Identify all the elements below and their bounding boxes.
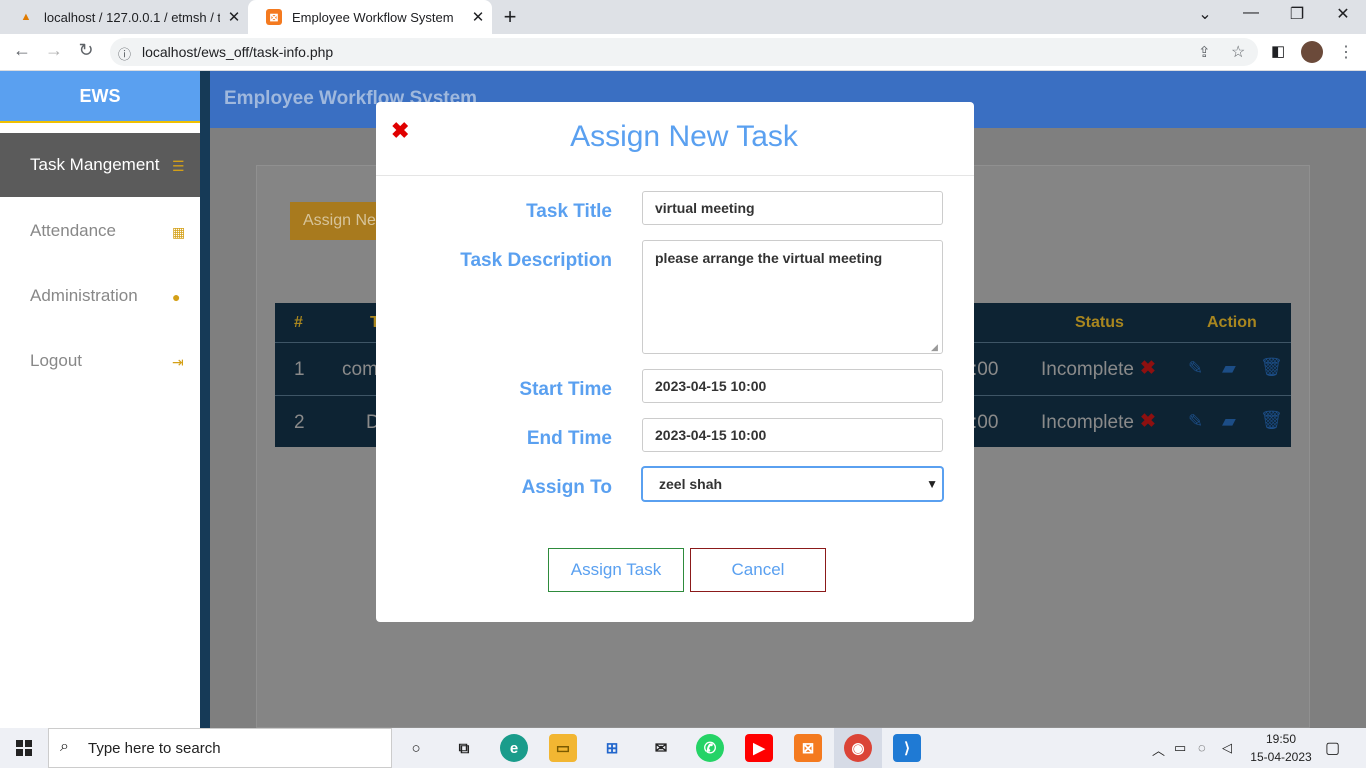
sidebar-item-label: Task Mangement bbox=[30, 155, 160, 174]
sidebar-item-label: Attendance bbox=[30, 221, 117, 240]
folder-icon[interactable]: ▰ bbox=[1222, 411, 1236, 432]
edit-icon[interactable]: ✎ bbox=[1188, 411, 1203, 432]
sidebar-item-task-management[interactable]: Task Mangement ☰ bbox=[0, 133, 200, 197]
trash-icon[interactable]: 🗑 bbox=[1260, 357, 1283, 378]
start-time-label: Start Time bbox=[519, 379, 612, 400]
battery-icon[interactable]: ▭ bbox=[1174, 740, 1186, 756]
task-description-textarea[interactable]: please arrange the virtual meeting bbox=[642, 240, 943, 354]
bookmark-star-icon[interactable]: ☆ bbox=[1231, 42, 1245, 62]
xampp-icon: ⊠ bbox=[266, 9, 282, 25]
row-1-status: Incomplete bbox=[1041, 359, 1134, 380]
task-title-input[interactable]: virtual meeting bbox=[642, 191, 943, 225]
sidebar-item-attendance[interactable]: Attendance ▦ bbox=[0, 199, 200, 263]
reload-icon[interactable]: ↻ bbox=[74, 40, 98, 61]
tray-chevron-icon[interactable]: ︿ bbox=[1152, 740, 1165, 759]
network-icon[interactable]: ◌ bbox=[1198, 740, 1206, 755]
assign-to-value: zeel shah bbox=[659, 476, 723, 492]
cortana-icon[interactable]: ○ bbox=[402, 734, 430, 762]
row-1-num: 1 bbox=[294, 359, 305, 380]
sidebar-item-logout[interactable]: Logout ⇥ bbox=[0, 329, 200, 393]
folder-icon[interactable]: ▰ bbox=[1222, 358, 1236, 379]
side-panel-icon[interactable]: ◧ bbox=[1271, 42, 1285, 60]
task-view-icon[interactable]: ⧉ bbox=[450, 734, 478, 762]
row-2-num: 2 bbox=[294, 412, 305, 433]
row-1-title: com bbox=[342, 359, 378, 380]
chrome-icon[interactable]: ◉ bbox=[844, 734, 872, 762]
tab-search-icon[interactable]: ⌄ bbox=[1182, 4, 1228, 24]
tab-close-icon[interactable]: ✕ bbox=[464, 8, 492, 26]
new-tab-icon[interactable]: + bbox=[498, 4, 522, 30]
store-icon[interactable]: ⊞ bbox=[598, 734, 626, 762]
trash-icon[interactable]: 🗑 bbox=[1260, 410, 1283, 431]
forward-icon[interactable]: → bbox=[42, 40, 66, 61]
phpmyadmin-icon: ▲ bbox=[20, 11, 32, 23]
task-description-label: Task Description bbox=[460, 250, 612, 271]
xampp-icon[interactable]: ⊠ bbox=[794, 734, 822, 762]
search-icon: ⌕ bbox=[60, 738, 69, 755]
task-title-label: Task Title bbox=[526, 201, 612, 222]
user-icon: ● bbox=[172, 289, 181, 305]
col-header-action: Action bbox=[1207, 314, 1257, 331]
tab-title: Employee Workflow System bbox=[292, 9, 454, 25]
sidebar-edge bbox=[200, 71, 210, 728]
info-icon[interactable]: ⓘ bbox=[118, 44, 131, 63]
vscode-icon[interactable]: ⟩ bbox=[893, 734, 921, 762]
row-2-time: :00 bbox=[972, 412, 999, 433]
tab-title: localhost / 127.0.0.1 / etmsh / tbl bbox=[44, 9, 220, 25]
cancel-button[interactable]: Cancel bbox=[690, 548, 826, 592]
resize-handle-icon[interactable]: ◢ bbox=[931, 342, 938, 353]
assign-task-button[interactable]: Assign Task bbox=[548, 548, 684, 592]
row-2-status: Incomplete bbox=[1041, 412, 1134, 433]
url-text[interactable]: localhost/ews_off/task-info.php bbox=[142, 44, 333, 60]
tab-ews[interactable]: ⊠ Employee Workflow System ✕ bbox=[248, 0, 492, 34]
edge-icon[interactable]: e bbox=[500, 734, 528, 762]
windows-start-icon[interactable] bbox=[0, 728, 48, 768]
tab-close-icon[interactable]: ✕ bbox=[220, 8, 248, 26]
start-time-input[interactable]: 2023-04-15 10:00 bbox=[642, 369, 943, 403]
assign-to-label: Assign To bbox=[521, 477, 612, 498]
brand-divider bbox=[0, 121, 200, 131]
minimize-icon[interactable]: — bbox=[1228, 4, 1274, 22]
profile-avatar[interactable] bbox=[1301, 41, 1323, 63]
clock-date[interactable]: 15-04-2023 bbox=[1244, 750, 1318, 764]
youtube-icon[interactable]: ▶ bbox=[745, 734, 773, 762]
volume-icon[interactable]: ◁ bbox=[1222, 740, 1232, 756]
assign-to-select[interactable]: zeel shah ▼ bbox=[642, 467, 943, 501]
col-header-num: # bbox=[294, 314, 303, 331]
incomplete-x-icon: ✖ bbox=[1140, 358, 1156, 379]
end-time-label: End Time bbox=[526, 428, 612, 449]
chevron-down-icon: ▼ bbox=[926, 477, 938, 491]
share-icon[interactable]: ⇪ bbox=[1198, 43, 1211, 61]
whatsapp-icon[interactable]: ✆ bbox=[696, 734, 724, 762]
maximize-icon[interactable]: ❐ bbox=[1274, 4, 1320, 24]
modal-title: Assign New Task bbox=[570, 120, 798, 153]
notifications-icon[interactable]: ▢ bbox=[1325, 738, 1340, 758]
sidebar-item-label: Logout bbox=[30, 351, 82, 370]
brand-logo[interactable]: EWS bbox=[0, 71, 200, 121]
list-icon: ☰ bbox=[172, 158, 185, 174]
clock-time[interactable]: 19:50 bbox=[1258, 732, 1304, 746]
close-window-icon[interactable]: ✕ bbox=[1320, 4, 1366, 24]
edit-icon[interactable]: ✎ bbox=[1188, 358, 1203, 379]
end-time-input[interactable]: 2023-04-15 10:00 bbox=[642, 418, 943, 452]
taskbar-search-placeholder[interactable]: Type here to search bbox=[88, 740, 221, 757]
col-header-status: Status bbox=[1075, 314, 1124, 331]
back-icon[interactable]: ← bbox=[10, 40, 34, 61]
file-explorer-icon[interactable]: ▭ bbox=[549, 734, 577, 762]
logout-icon: ⇥ bbox=[172, 354, 184, 370]
sidebar-item-administration[interactable]: Administration ● bbox=[0, 264, 200, 328]
calendar-icon: ▦ bbox=[172, 224, 186, 240]
mail-icon[interactable]: ✉ bbox=[647, 734, 675, 762]
modal-divider bbox=[376, 175, 974, 176]
sidebar-item-label: Administration bbox=[30, 286, 138, 305]
tab-phpmyadmin[interactable]: ▲ localhost / 127.0.0.1 / etmsh / tbl ✕ bbox=[0, 0, 248, 34]
row-1-time: :00 bbox=[972, 359, 999, 380]
assign-task-modal bbox=[376, 102, 974, 622]
incomplete-x-icon: ✖ bbox=[1140, 411, 1156, 432]
menu-kebab-icon[interactable]: ⋮ bbox=[1338, 42, 1354, 62]
